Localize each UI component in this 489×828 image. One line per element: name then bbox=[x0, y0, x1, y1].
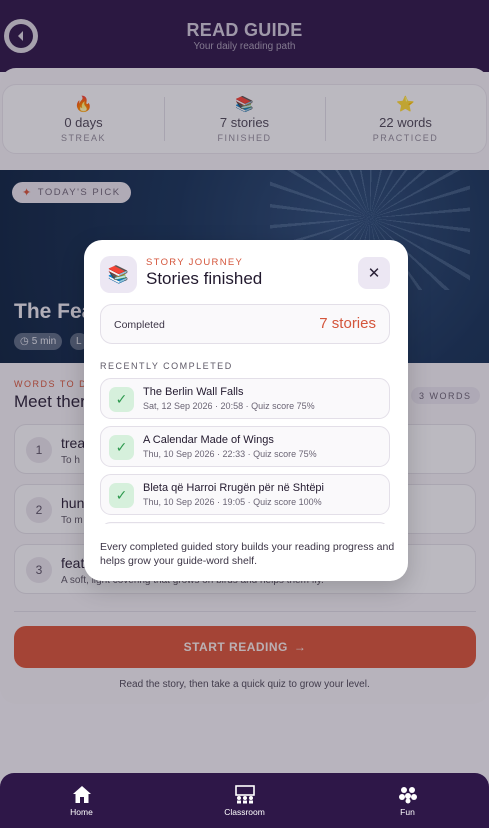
nav-home[interactable]: Home bbox=[0, 773, 163, 828]
bottom-nav: Home Classroom Fun bbox=[0, 773, 489, 828]
modal-title: Stories finished bbox=[146, 269, 263, 288]
nav-classroom[interactable]: Classroom bbox=[163, 773, 326, 828]
list-item[interactable]: ✓ The Berlin Wall Falls Sat, 12 Sep 2026… bbox=[100, 378, 390, 419]
fun-icon bbox=[397, 784, 419, 804]
books-icon: 📚 bbox=[100, 256, 137, 293]
modal-footer-text: Every completed guided story builds your… bbox=[100, 541, 395, 567]
close-icon: ✕ bbox=[367, 265, 381, 282]
check-icon: ✓ bbox=[109, 435, 134, 460]
list-item[interactable]: ✓ A Calendar Made of Wings Thu, 10 Sep 2… bbox=[100, 426, 390, 467]
story-item-meta: Thu, 10 Sep 2026 · 22:33 · Quiz score 75… bbox=[143, 449, 317, 459]
nav-label: Home bbox=[70, 807, 93, 817]
recent-section-label: RECENTLY COMPLETED bbox=[100, 361, 233, 371]
list-item[interactable] bbox=[100, 522, 390, 524]
story-item-meta: Thu, 10 Sep 2026 · 19:05 · Quiz score 10… bbox=[143, 497, 322, 507]
check-icon: ✓ bbox=[109, 387, 134, 412]
classroom-icon bbox=[234, 784, 256, 804]
completed-value: 7 stories bbox=[319, 315, 376, 332]
home-icon bbox=[71, 784, 93, 804]
nav-fun[interactable]: Fun bbox=[326, 773, 489, 828]
nav-label: Classroom bbox=[224, 807, 265, 817]
completed-label: Completed bbox=[114, 319, 165, 331]
story-item-title: A Calendar Made of Wings bbox=[143, 434, 274, 446]
story-item-title: Bleta që Harroi Rrugën për në Shtëpi bbox=[143, 482, 324, 494]
close-button[interactable]: ✕ bbox=[358, 257, 390, 289]
completed-summary: Completed 7 stories bbox=[100, 304, 390, 344]
recent-stories-list[interactable]: ✓ The Berlin Wall Falls Sat, 12 Sep 2026… bbox=[100, 378, 390, 524]
nav-label: Fun bbox=[400, 807, 415, 817]
story-item-title: The Berlin Wall Falls bbox=[143, 386, 244, 398]
stories-finished-modal: 📚 STORY JOURNEY Stories finished ✕ Compl… bbox=[84, 240, 408, 581]
list-item[interactable]: ✓ Bleta që Harroi Rrugën për në Shtëpi T… bbox=[100, 474, 390, 515]
story-item-meta: Sat, 12 Sep 2026 · 20:58 · Quiz score 75… bbox=[143, 401, 315, 411]
modal-kicker: STORY JOURNEY bbox=[146, 257, 244, 268]
check-icon: ✓ bbox=[109, 483, 134, 508]
